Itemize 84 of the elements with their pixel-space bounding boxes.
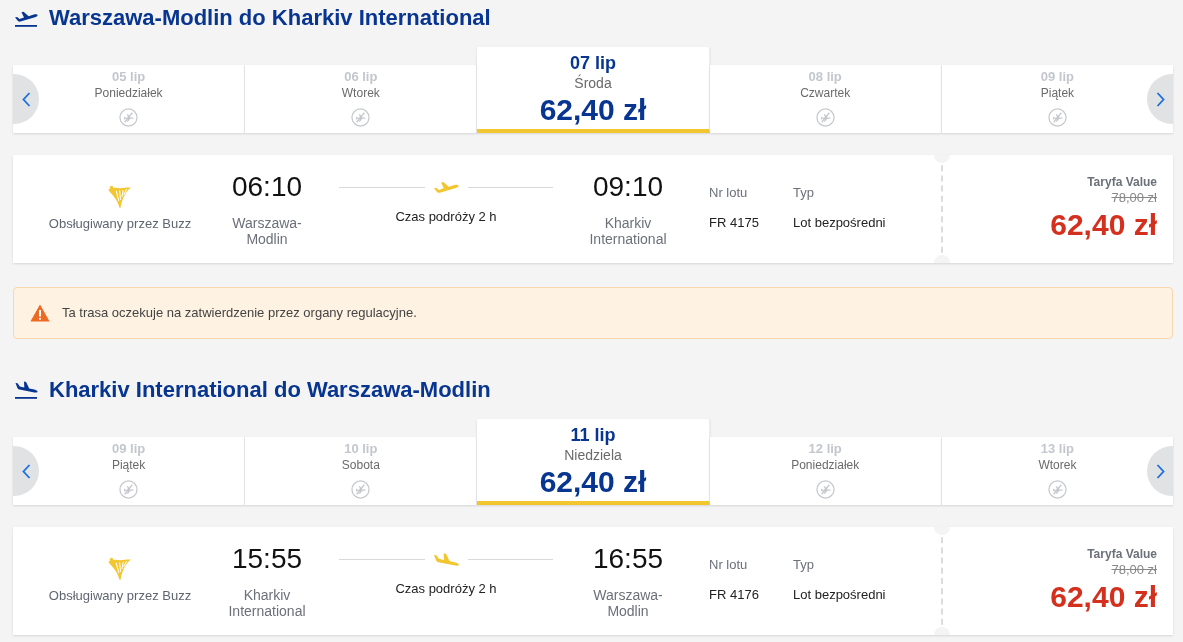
chevron-left-icon	[21, 463, 31, 479]
ticket-notch	[934, 255, 950, 263]
departure-time: 06:10	[231, 171, 303, 203]
ticket-notch	[934, 627, 950, 635]
weekday-label: Piątek	[1040, 86, 1075, 100]
chevron-right-icon	[1155, 463, 1165, 479]
operator-text: Obsługiwany przez Buzz	[48, 588, 192, 604]
weekday-label: Środa	[574, 75, 612, 91]
no-flight-icon	[119, 108, 139, 127]
weekday-label: Poniedziałek	[94, 86, 163, 100]
date-tab[interactable]: 09 lip Piątek	[941, 65, 1173, 133]
chevron-right-icon	[1155, 91, 1165, 107]
no-flight-icon	[815, 108, 835, 127]
date-tab[interactable]: 06 lip Wtorek	[245, 65, 478, 133]
date-label: 09 lip	[111, 441, 146, 456]
departure-airport: Kharkiv International	[227, 587, 307, 619]
weekday-label: Piątek	[111, 458, 146, 472]
warning-icon	[30, 304, 50, 322]
no-flight-icon	[119, 480, 139, 499]
date-label: 09 lip	[1040, 69, 1075, 84]
route-heading: Warszawa-Modlin do Kharkiv International	[49, 5, 491, 31]
notice-text: Ta trasa oczekuje na zatwierdzenie przez organy regulacyjne.	[62, 305, 417, 321]
date-tab[interactable]: 11 lip Niedziela 62,40 zł	[477, 419, 710, 505]
plane-icon	[433, 552, 459, 566]
fare-name: Taryfa Value	[1087, 547, 1157, 561]
harp-logo	[108, 185, 132, 209]
flight-number-label: Nr lotu	[709, 185, 748, 201]
operator-text: Obsługiwany przez Buzz	[48, 216, 192, 232]
date-label: 12 lip	[808, 441, 842, 456]
fare-price: 62,40 zł	[539, 465, 647, 499]
departure-airport: Warszawa-Modlin	[231, 215, 303, 247]
date-label: 05 lip	[111, 69, 146, 84]
flight-card[interactable]: Obsługiwany przez Buzz 06:10 Warszawa-Modlin Czas podróży 2 h 09:10 Kharkiv International Nr lotu FR 4175 Typ Lot bezpośredni Taryfa Value 78,00 zł 62,40 zł	[13, 155, 1173, 263]
landing-plane-icon	[14, 381, 38, 399]
date-label: 11 lip	[570, 425, 616, 445]
date-tab[interactable]: 07 lip Środa 62,40 zł	[477, 47, 710, 133]
weekday-label: Wtorek	[1038, 458, 1077, 472]
date-tab[interactable]: 09 lip Piątek	[13, 437, 246, 505]
arrival-time: 09:10	[592, 171, 664, 203]
date-tab[interactable]: 08 lip Czwartek	[709, 65, 942, 133]
weekday-label: Sobota	[341, 458, 380, 472]
no-flight-icon	[1047, 480, 1067, 499]
arrival-airport: Kharkiv International	[588, 215, 668, 247]
fare-price: 62,40 zł	[1050, 208, 1157, 242]
departure-time: 15:55	[231, 543, 303, 575]
flight-number: FR 4176	[709, 587, 759, 603]
flight-type: Lot bezpośredni	[793, 215, 886, 231]
harp-logo	[108, 557, 132, 581]
fare-price: 62,40 zł	[539, 93, 647, 127]
date-tab[interactable]: 05 lip Poniedziałek	[13, 65, 246, 133]
takeoff-plane-icon	[14, 9, 38, 27]
flight-number-label: Nr lotu	[709, 557, 748, 573]
chevron-left-icon	[21, 91, 31, 107]
weekday-label: Niedziela	[564, 447, 622, 463]
route-heading: Kharkiv International do Warszawa-Modlin	[49, 377, 491, 403]
fare-price: 62,40 zł	[1050, 580, 1157, 614]
weekday-label: Czwartek	[800, 86, 851, 100]
duration-text: Czas podróży 2 h	[395, 581, 497, 597]
date-label: 08 lip	[808, 69, 842, 84]
flight-number: FR 4175	[709, 215, 759, 231]
no-flight-icon	[815, 480, 835, 499]
date-tab[interactable]: 10 lip Sobota	[245, 437, 478, 505]
weekday-label: Wtorek	[341, 86, 380, 100]
date-label: 07 lip	[570, 53, 616, 73]
flight-type-label: Typ	[793, 557, 814, 573]
old-price: 78,00 zł	[1111, 562, 1157, 578]
plane-icon	[433, 180, 459, 194]
date-label: 13 lip	[1040, 441, 1075, 456]
no-flight-icon	[351, 108, 371, 127]
arrival-airport: Warszawa-Modlin	[592, 587, 664, 619]
date-tab[interactable]: 12 lip Poniedziałek	[709, 437, 942, 505]
no-flight-icon	[351, 480, 371, 499]
duration-text: Czas podróży 2 h	[395, 209, 497, 225]
date-label: 10 lip	[344, 441, 378, 456]
flight-type: Lot bezpośredni	[793, 587, 886, 603]
fare-name: Taryfa Value	[1087, 175, 1157, 189]
weekday-label: Poniedziałek	[791, 458, 860, 472]
date-label: 06 lip	[344, 69, 378, 84]
no-flight-icon	[1047, 108, 1067, 127]
flight-type-label: Typ	[793, 185, 814, 201]
flight-card[interactable]: Obsługiwany przez Buzz 15:55 Kharkiv International Czas podróży 2 h 16:55 Warszawa-Modlin Nr lotu FR 4176 Typ Lot bezpośredni Taryfa Value 78,00 zł 62,40 zł	[13, 527, 1173, 635]
date-tab[interactable]: 13 lip Wtorek	[941, 437, 1173, 505]
arrival-time: 16:55	[592, 543, 664, 575]
old-price: 78,00 zł	[1111, 190, 1157, 206]
